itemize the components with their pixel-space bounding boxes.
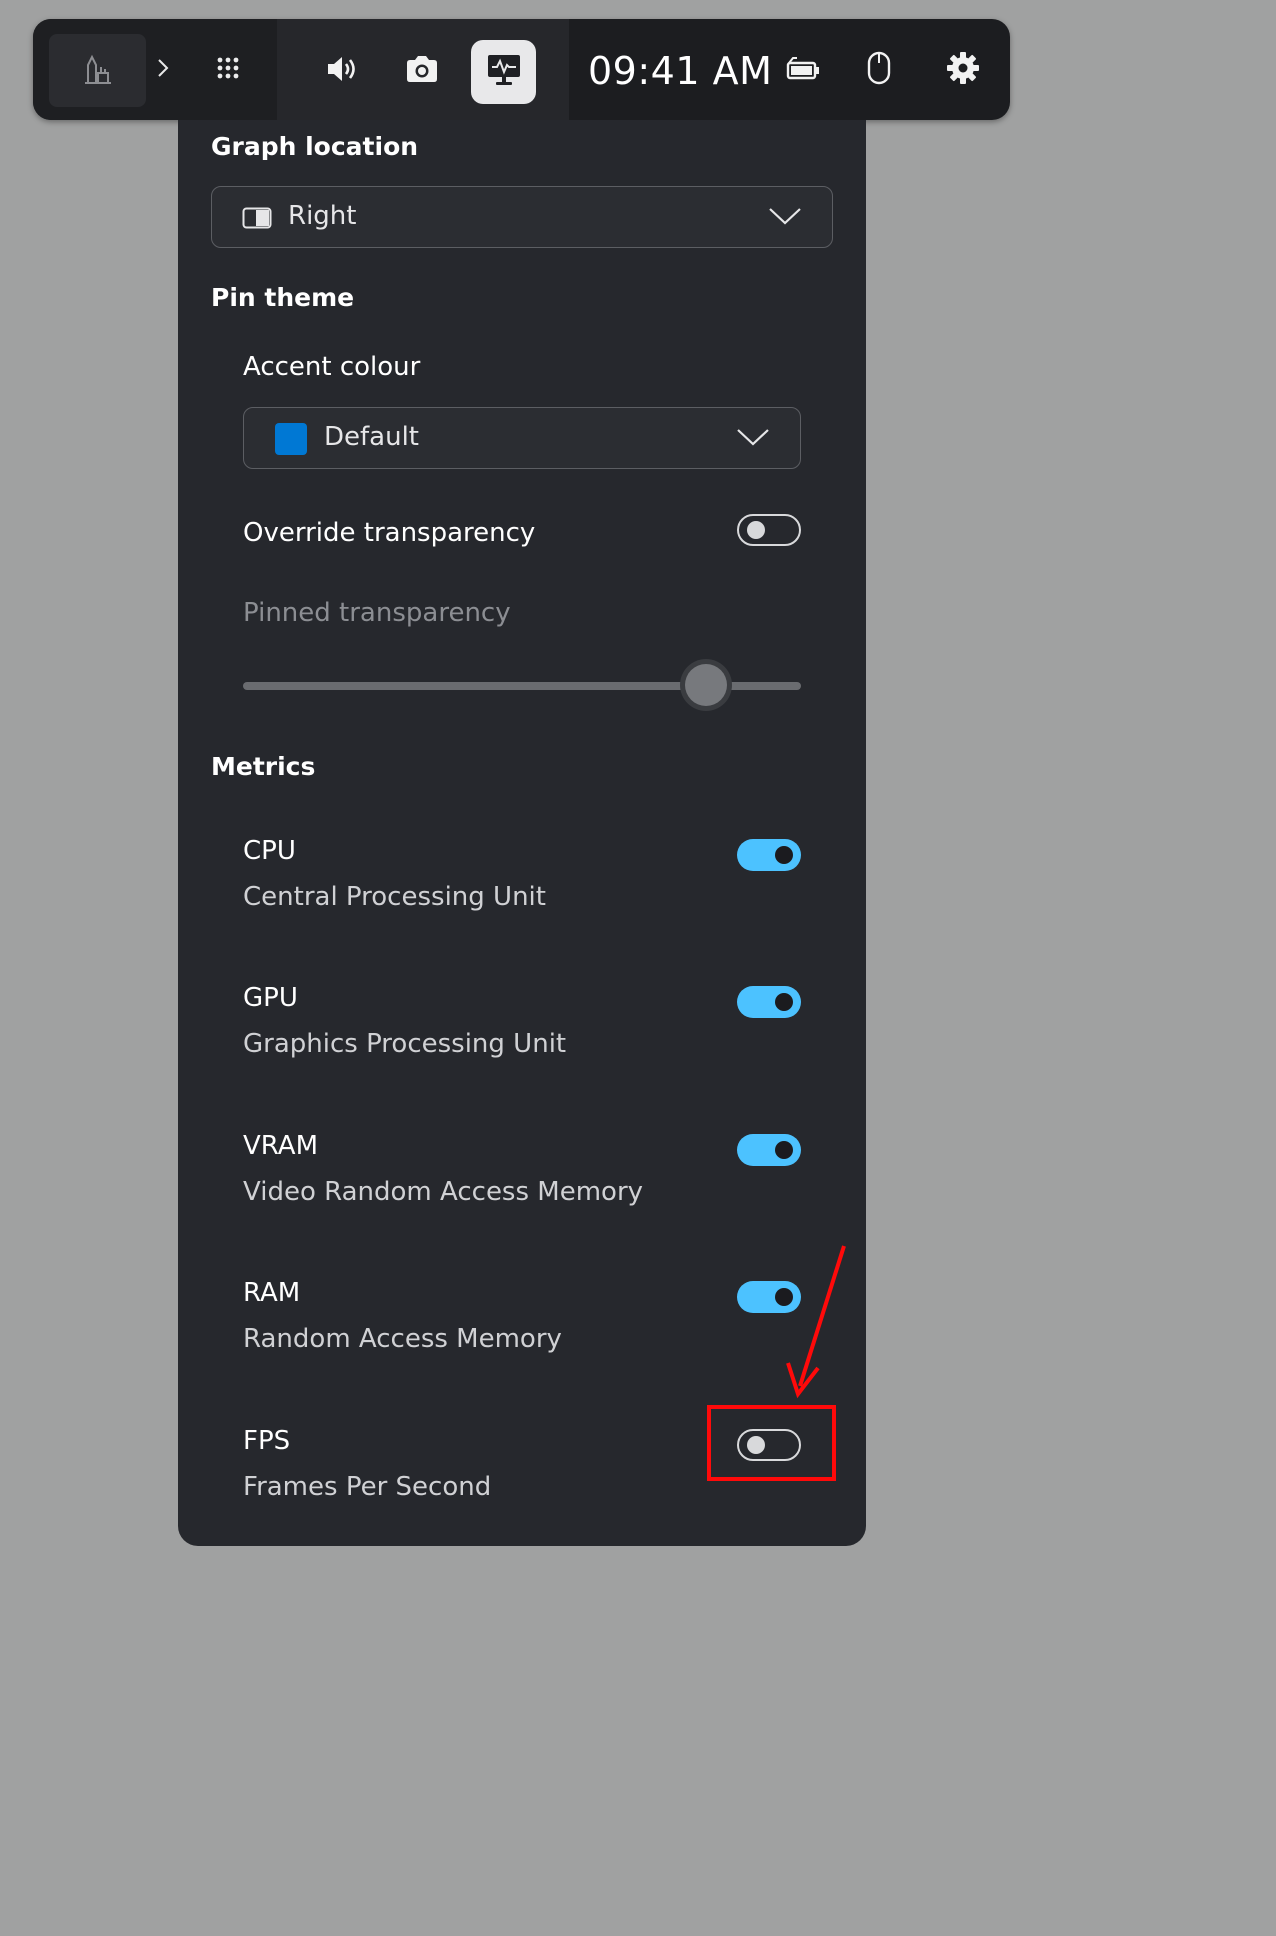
- pinned-transparency-thumb[interactable]: [685, 664, 728, 706]
- metric-name: VRAM: [243, 1131, 319, 1161]
- override-transparency-toggle[interactable]: [737, 514, 801, 546]
- metric-description: Graphics Processing Unit: [243, 1029, 567, 1059]
- annotation-highlight-box: [707, 1405, 836, 1481]
- toggle-knob: [747, 521, 765, 539]
- gear-icon: [946, 51, 980, 89]
- battery-icon: [785, 56, 821, 84]
- grid-icon: [216, 56, 240, 84]
- performance-monitor-icon: [487, 54, 521, 90]
- graph-location-value: Right: [288, 201, 357, 231]
- mouse-button[interactable]: [857, 49, 901, 91]
- toggle-knob: [775, 846, 793, 864]
- settings-button[interactable]: [938, 47, 988, 93]
- mouse-icon: [867, 51, 891, 89]
- accent-colour-value: Default: [324, 422, 419, 452]
- toolbar-left-group: [33, 19, 277, 120]
- metrics-title: Metrics: [211, 752, 316, 781]
- metric-name: FPS: [243, 1426, 291, 1456]
- game-app-button[interactable]: [49, 34, 146, 107]
- metric-toggle-ram[interactable]: [737, 1281, 801, 1313]
- toggle-knob: [775, 1288, 793, 1306]
- camera-icon: [405, 55, 439, 87]
- metric-description: Frames Per Second: [243, 1472, 492, 1502]
- metric-toggle-cpu[interactable]: [737, 839, 801, 871]
- accent-colour-dropdown[interactable]: Default: [243, 407, 801, 469]
- pinned-transparency-label: Pinned transparency: [243, 598, 511, 628]
- game-bar-toolbar: 09:41 AM: [33, 19, 1010, 120]
- chevron-right-icon: [156, 57, 170, 83]
- panel-right-icon: [242, 207, 272, 233]
- game-app-icon: [83, 53, 113, 89]
- toolbar-widgets-group: [277, 19, 569, 120]
- metric-toggle-vram[interactable]: [737, 1134, 801, 1166]
- accent-colour-label: Accent colour: [243, 352, 421, 382]
- clock: 09:41 AM: [588, 49, 773, 93]
- metric-toggle-gpu[interactable]: [737, 986, 801, 1018]
- toggle-knob: [775, 1141, 793, 1159]
- graph-location-title: Graph location: [211, 132, 419, 161]
- accent-colour-swatch: [275, 423, 307, 455]
- metric-description: Video Random Access Memory: [243, 1177, 644, 1207]
- expand-button[interactable]: [146, 49, 180, 91]
- chevron-down-icon: [736, 427, 770, 451]
- performance-button[interactable]: [471, 40, 536, 104]
- performance-settings-panel: Graph location Right Pin theme Accent co…: [178, 120, 866, 1546]
- pin-theme-title: Pin theme: [211, 283, 355, 312]
- graph-location-dropdown[interactable]: Right: [211, 186, 833, 248]
- audio-button[interactable]: [317, 47, 365, 95]
- metric-name: GPU: [243, 983, 298, 1013]
- toggle-knob: [775, 993, 793, 1011]
- battery-button[interactable]: [779, 49, 827, 91]
- capture-button[interactable]: [398, 47, 446, 95]
- widgets-button[interactable]: [205, 49, 251, 91]
- metric-description: Random Access Memory: [243, 1324, 562, 1354]
- speaker-icon: [325, 55, 357, 87]
- override-transparency-label: Override transparency: [243, 518, 536, 548]
- chevron-down-icon: [768, 206, 802, 230]
- metric-name: CPU: [243, 836, 296, 866]
- metric-name: RAM: [243, 1278, 301, 1308]
- metric-description: Central Processing Unit: [243, 882, 546, 912]
